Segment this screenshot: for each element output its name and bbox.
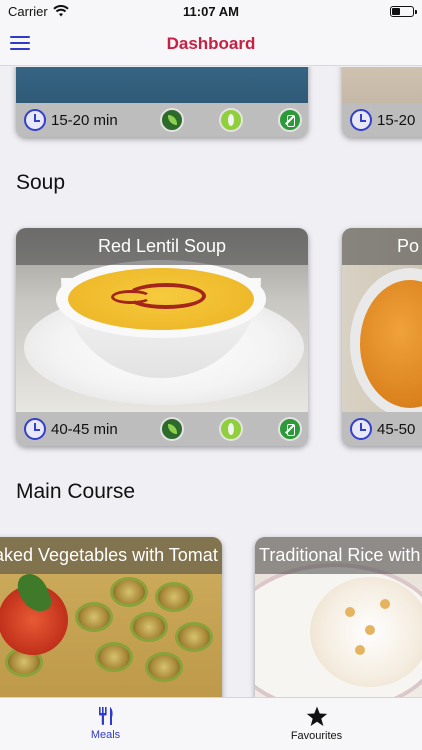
meal-image <box>16 67 308 103</box>
fork-knife-icon <box>98 707 113 725</box>
meal-image <box>342 67 422 103</box>
carrier-label: Carrier <box>8 3 48 19</box>
meal-title: aked Vegetables with Tomat <box>0 537 222 574</box>
meal-card-red-lentil-soup[interactable]: Red Lentil Soup 40-45 min <box>16 228 308 446</box>
meal-title: Traditional Rice with <box>255 537 422 574</box>
meal-card[interactable]: Po 45-50 <box>342 228 422 446</box>
vegan-icon <box>160 417 184 441</box>
lactose-free-icon <box>278 417 302 441</box>
clock-icon <box>24 109 46 131</box>
prep-time: 15-20 min <box>51 111 118 129</box>
meal-title: Po <box>342 228 422 265</box>
star-icon <box>306 706 327 726</box>
card-footer: 15-20 <box>342 103 422 137</box>
lactose-free-icon <box>278 108 302 132</box>
gluten-free-icon <box>219 108 243 132</box>
section-title-main-course: Main Course <box>16 480 136 503</box>
meal-card-traditional-rice[interactable]: Traditional Rice with <box>255 537 422 697</box>
status-bar: Carrier 11:07 AM <box>0 0 422 22</box>
vegan-icon <box>160 108 184 132</box>
dashboard-content[interactable]: 15-20 min 15-20 Soup Red Lentil Soup 40-… <box>0 67 422 697</box>
prep-time: 45-50 <box>377 420 416 438</box>
prep-time: 15-20 <box>377 111 416 129</box>
navigation-bar: Dashboard <box>0 22 422 66</box>
meal-title: Red Lentil Soup <box>16 228 308 265</box>
clock-icon <box>24 418 46 440</box>
card-footer: 45-50 <box>342 412 422 446</box>
card-footer: 15-20 min <box>16 103 308 137</box>
prep-time: 40-45 min <box>51 420 118 438</box>
clock-icon <box>350 418 372 440</box>
tab-bar: Meals Favourites <box>0 697 422 750</box>
page-title: Dashboard <box>166 33 256 53</box>
card-footer: 40-45 min <box>16 412 308 446</box>
section-title-soup: Soup <box>16 171 66 194</box>
tab-label: Favourites <box>290 730 343 742</box>
meal-card[interactable]: 15-20 <box>342 67 422 137</box>
meal-card-baked-vegetables[interactable]: aked Vegetables with Tomat <box>0 537 222 697</box>
tab-label: Meals <box>90 729 121 741</box>
tab-meals[interactable]: Meals <box>0 698 211 750</box>
tab-favourites[interactable]: Favourites <box>211 698 422 750</box>
clock-icon <box>350 109 372 131</box>
gluten-free-icon <box>219 417 243 441</box>
meal-card[interactable]: 15-20 min <box>16 67 308 137</box>
hamburger-menu-icon[interactable] <box>10 34 30 52</box>
battery-icon <box>390 5 417 17</box>
wifi-icon <box>53 5 69 17</box>
